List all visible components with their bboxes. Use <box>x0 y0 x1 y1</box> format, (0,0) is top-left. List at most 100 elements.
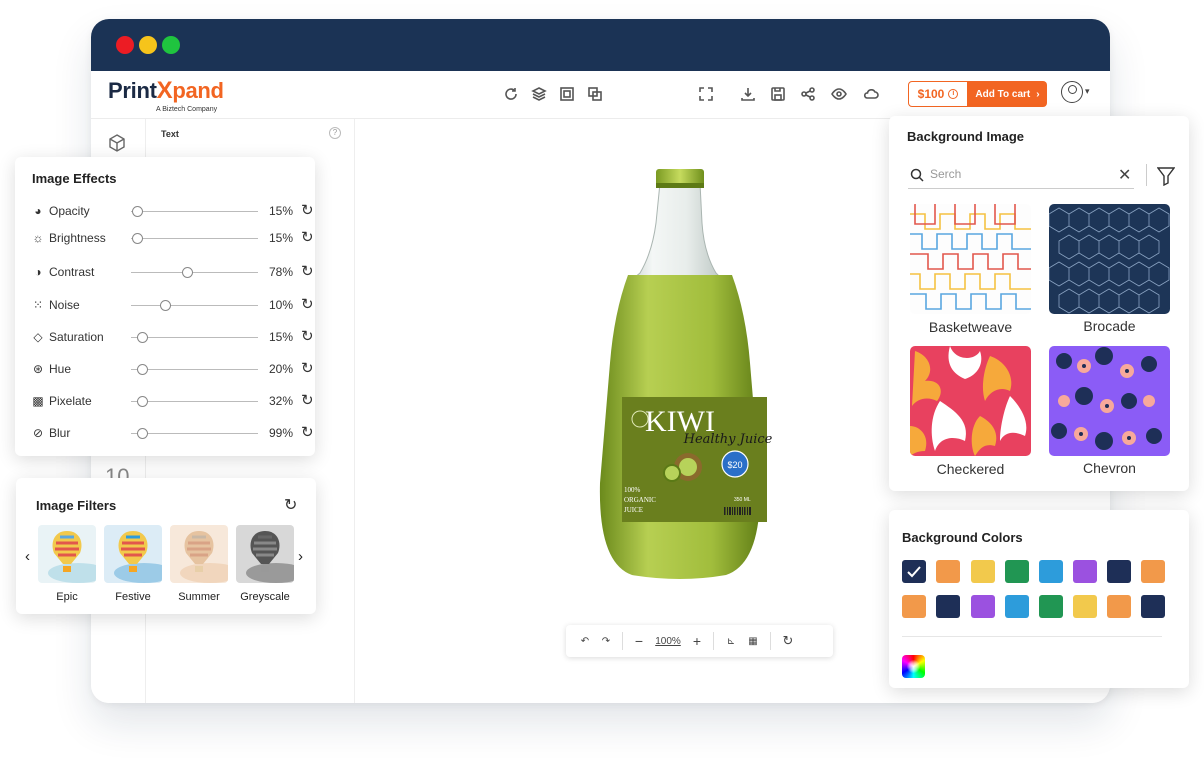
zoom-out-button[interactable]: − <box>629 625 649 657</box>
color-swatch[interactable] <box>1039 560 1063 583</box>
close-window-dot[interactable] <box>116 36 134 54</box>
checkered-thumbnail[interactable] <box>910 346 1031 456</box>
slider-handle[interactable] <box>132 233 144 244</box>
zoom-level[interactable]: 100% <box>649 625 687 657</box>
color-swatch[interactable] <box>1005 595 1029 618</box>
effect-value: 32% <box>269 394 294 408</box>
chevron-thumbnail[interactable] <box>1049 346 1170 456</box>
effect-value: 15% <box>269 204 294 218</box>
reset-icon[interactable]: ↻ <box>301 424 314 442</box>
slider-handle[interactable] <box>132 206 144 217</box>
share-icon[interactable] <box>799 85 817 103</box>
slider-handle[interactable] <box>160 300 172 311</box>
reset-icon[interactable]: ↻ <box>301 263 314 281</box>
filter-epic[interactable]: Epic <box>38 525 96 603</box>
save-icon[interactable] <box>769 85 787 103</box>
reset-icon[interactable]: ↻ <box>301 202 314 220</box>
slider-handle[interactable] <box>181 267 193 278</box>
reset-icon[interactable]: ↻ <box>301 392 314 410</box>
effect-label: Pixelate <box>49 394 92 408</box>
slider-handle[interactable] <box>137 428 149 439</box>
contrast-icon: ◑ <box>34 265 42 279</box>
filter-summer[interactable]: Summer <box>170 525 228 603</box>
redo-icon[interactable]: ↷ <box>596 625 616 657</box>
side-panel-title: Text <box>161 129 179 139</box>
color-swatch[interactable] <box>902 595 926 618</box>
balloon-thumbnail <box>38 525 96 583</box>
filter-label: Greyscale <box>240 591 290 603</box>
maximize-window-dot[interactable] <box>162 36 180 54</box>
add-to-cart-button[interactable]: Add To cart › <box>968 81 1047 107</box>
color-swatch[interactable] <box>1107 595 1131 618</box>
color-swatch[interactable] <box>1005 560 1029 583</box>
basketweave-thumbnail[interactable] <box>910 204 1031 314</box>
reset-icon[interactable]: ↻ <box>777 625 799 657</box>
effect-slider[interactable] <box>131 206 258 217</box>
color-swatch[interactable] <box>1107 560 1131 583</box>
filter-icon[interactable] <box>1157 166 1175 186</box>
window-titlebar <box>91 19 1110 71</box>
chevron-down-icon[interactable]: ▾ <box>1085 86 1090 97</box>
color-swatch[interactable] <box>1073 595 1097 618</box>
app-stage: PrintXpand A Biztech Company $100 i Add … <box>0 0 1204 766</box>
grid-icon[interactable]: ▦ <box>742 625 764 657</box>
effect-slider[interactable] <box>131 428 258 439</box>
effect-label: Blur <box>49 426 71 440</box>
blur-icon: ⊘ <box>32 426 44 440</box>
pattern-search-input[interactable]: Serch ✕ <box>908 163 1134 189</box>
layers-icon[interactable] <box>530 85 548 103</box>
slider-handle[interactable] <box>137 364 149 375</box>
brocade-thumbnail[interactable] <box>1049 204 1170 314</box>
reset-icon[interactable]: ↻ <box>301 229 314 247</box>
color-swatch[interactable] <box>1141 595 1165 618</box>
effect-slider[interactable] <box>131 364 258 375</box>
bottle-product-image[interactable]: KIWI Healthy Juice $20 100% ORGANIC JUIC… <box>528 163 776 583</box>
effect-slider[interactable] <box>131 332 258 343</box>
color-swatch[interactable] <box>936 595 960 618</box>
preview-icon[interactable] <box>830 85 848 103</box>
chevron-left-icon[interactable]: ‹ <box>25 548 30 565</box>
zoom-in-button[interactable]: + <box>687 625 707 657</box>
slider-handle[interactable] <box>137 332 149 343</box>
effect-slider[interactable] <box>131 233 258 244</box>
clear-search-icon[interactable]: ✕ <box>1118 165 1131 185</box>
effect-label: Contrast <box>49 265 95 279</box>
effect-slider[interactable] <box>131 267 258 278</box>
cloud-icon[interactable] <box>862 85 880 103</box>
undo-icon[interactable]: ↶ <box>574 625 596 657</box>
color-swatch[interactable] <box>902 560 926 583</box>
minimize-window-dot[interactable] <box>139 36 157 54</box>
effect-value: 78% <box>269 265 294 279</box>
refresh-icon[interactable] <box>502 85 520 103</box>
color-swatch[interactable] <box>1039 595 1063 618</box>
reset-filters-icon[interactable]: ↻ <box>284 495 297 515</box>
color-picker-icon[interactable] <box>902 655 925 678</box>
color-swatch[interactable] <box>971 595 995 618</box>
effect-value: 99% <box>269 426 294 440</box>
info-icon[interactable]: i <box>948 89 959 99</box>
color-swatch[interactable] <box>1073 560 1097 583</box>
color-swatch[interactable] <box>936 560 960 583</box>
divider <box>1146 164 1147 186</box>
effect-row-saturation: ◇ Saturation 15% ↻ <box>31 328 313 346</box>
slider-handle[interactable] <box>137 396 149 407</box>
color-swatch[interactable] <box>1141 560 1165 583</box>
filter-greyscale[interactable]: Greyscale <box>236 525 294 603</box>
filter-festive[interactable]: Festive <box>104 525 162 603</box>
reset-icon[interactable]: ↻ <box>301 360 314 378</box>
ungroup-icon[interactable] <box>586 85 604 103</box>
reset-icon[interactable]: ↻ <box>301 296 314 314</box>
user-avatar-icon[interactable] <box>1061 81 1083 103</box>
effect-slider[interactable] <box>131 300 258 311</box>
reset-icon[interactable]: ↻ <box>301 328 314 346</box>
group-icon[interactable] <box>558 85 576 103</box>
download-icon[interactable] <box>739 85 757 103</box>
fullscreen-icon[interactable] <box>697 85 715 103</box>
color-swatch[interactable] <box>971 560 995 583</box>
effect-slider[interactable] <box>131 396 258 407</box>
help-icon[interactable]: ? <box>329 127 341 139</box>
align-icon[interactable]: ⊾ <box>720 625 742 657</box>
chevron-right-icon[interactable]: › <box>298 548 303 565</box>
cube-icon[interactable] <box>107 133 127 158</box>
search-placeholder: Serch <box>930 167 962 181</box>
